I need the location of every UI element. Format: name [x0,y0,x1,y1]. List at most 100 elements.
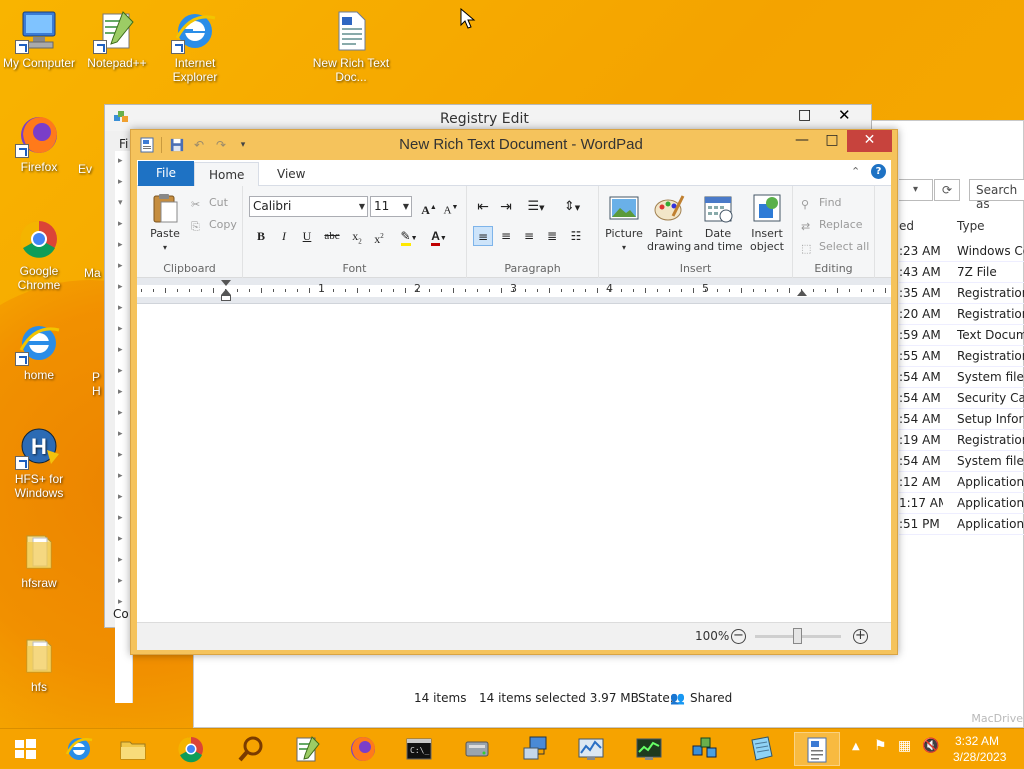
shrink-font-button[interactable]: A▼ [441,197,461,217]
table-row[interactable]: :35 AM Registration [899,283,1024,304]
strikethrough-button[interactable]: abc [320,226,344,246]
table-row[interactable]: :43 AM 7Z File [899,262,1024,283]
bullets-button[interactable]: ☰▼ [521,197,551,217]
maximize-button[interactable]: □ [817,130,847,152]
minimize-button[interactable]: — [787,130,817,152]
table-row[interactable]: :51 PM Application e [899,514,1024,535]
ruler[interactable]: 1 2 3 4 5 [137,278,891,304]
refresh-icon[interactable]: ⟳ [934,179,960,201]
taskbar-wordpad[interactable] [794,732,840,766]
minimize-ribbon-icon[interactable]: ⌃ [851,165,860,178]
desktop-icon-home[interactable]: home [0,320,78,382]
date-time-button[interactable]: Date and time [693,192,743,253]
help-icon[interactable]: ? [871,164,886,179]
table-row[interactable]: :19 AM Registration [899,430,1024,451]
font-size-select[interactable]: 11 ▼ [370,196,412,217]
picture-button[interactable]: Picture ▾ [603,192,645,254]
paste-button[interactable]: Paste ▾ [145,192,185,254]
tab-file[interactable]: File [138,161,194,186]
desktop-icon-internet-explorer[interactable]: Internet Explorer [156,8,234,84]
desktop-icon-hfs[interactable]: hfs [0,632,78,694]
taskbar-notepadpp[interactable] [284,732,330,766]
line-spacing-button[interactable]: ⇕▼ [557,197,587,217]
increase-indent-button[interactable]: ⇥ [496,197,516,217]
action-center-flag-icon[interactable]: ⚑ [874,738,887,754]
taskbar-chrome[interactable] [168,732,214,766]
column-header-modified[interactable]: ed [899,215,914,237]
taskbar-ie[interactable] [56,732,102,766]
font-family-select[interactable]: Calibri ▼ [249,196,368,217]
taskbar-notepad[interactable] [738,732,784,766]
network-icon[interactable]: ▦ [898,738,911,754]
taskbar-performance-monitor[interactable] [568,732,614,766]
zoom-out-button[interactable]: − [731,629,746,644]
table-row[interactable]: :59 AM Text Docume [899,325,1024,346]
paint-drawing-button[interactable]: Paint drawing [647,192,691,253]
close-button[interactable]: ✕ [847,130,892,152]
table-row[interactable]: :54 AM Setup Inform [899,409,1024,430]
taskbar-file-explorer[interactable] [110,732,156,766]
desktop-icon-google-chrome[interactable]: Google Chrome [0,216,78,292]
desktop-icon-rtf-doc[interactable]: New Rich Text Doc... [312,8,390,84]
left-indent-box[interactable] [221,295,231,301]
document-editor[interactable] [137,304,891,622]
desktop-icon-hfsraw[interactable]: hfsraw [0,528,78,590]
tab-view[interactable]: View [263,162,319,186]
desktop-icon-notepadpp[interactable]: Notepad++ [78,8,156,70]
cut-button[interactable]: ✂ Cut [191,194,228,212]
desktop-icon-firefox[interactable]: Firefox [0,112,78,174]
table-row[interactable]: 1:17 AM Application [899,493,1024,514]
bold-button[interactable]: B [251,226,271,246]
right-indent-marker[interactable] [797,290,807,296]
taskbar-network-tool[interactable] [512,732,558,766]
zoom-in-button[interactable]: + [853,629,868,644]
grow-font-button[interactable]: A▲ [419,197,439,217]
show-hidden-icons-icon[interactable]: ▲ [852,741,860,752]
subscript-button[interactable]: x2 [347,226,367,246]
start-button[interactable] [2,732,48,766]
desktop-icon-my-computer[interactable]: My Computer [0,8,78,70]
table-row[interactable]: :20 AM Registration [899,304,1024,325]
table-row[interactable]: :54 AM Security Cata [899,388,1024,409]
insert-object-button[interactable]: Insert object [745,192,789,253]
desktop-icon-partial[interactable]: Ev [78,140,104,176]
zoom-slider-thumb[interactable] [793,628,802,644]
italic-button[interactable]: I [274,226,294,246]
select-all-button[interactable]: ⬚ Select all [801,238,869,256]
taskbar-hfs-tool[interactable] [454,732,500,766]
regedit-close-button[interactable]: ✕ [838,106,851,124]
first-line-indent-marker[interactable] [221,280,231,286]
copy-button[interactable]: ⎘ Copy [191,216,237,234]
table-row[interactable]: :12 AM Application [899,472,1024,493]
taskbar-cmd[interactable]: C:\_ [396,732,442,766]
superscript-button[interactable]: x2 [369,226,389,246]
regedit-titlebar[interactable]: Registry Edit □ ✕ [105,105,871,131]
address-dropdown[interactable]: ▾ [899,179,933,201]
paragraph-button[interactable]: ☷ [566,226,586,246]
justify-button[interactable]: ≣ [542,226,562,246]
underline-button[interactable]: U [297,226,317,246]
wordpad-titlebar[interactable]: ↶ ↷ ▾ New Rich Text Document - WordPad —… [131,130,897,160]
decrease-indent-button[interactable]: ⇤ [473,197,493,217]
table-row[interactable]: :54 AM System file [899,367,1024,388]
wordpad-window[interactable]: ↶ ↷ ▾ New Rich Text Document - WordPad —… [130,129,898,655]
clock-time[interactable]: 3:32 AM [955,734,999,748]
replace-button[interactable]: ⇄ Replace [801,216,863,234]
table-row[interactable]: :23 AM Windows Co [899,241,1024,262]
volume-muted-icon[interactable]: 🔇 [922,738,939,754]
desktop-icon-partial[interactable]: Ma [84,244,106,280]
align-right-button[interactable]: ≡ [519,226,539,246]
table-row[interactable]: :55 AM Registration [899,346,1024,367]
regedit-menu-file[interactable]: Fi [119,137,128,151]
find-button[interactable]: ⚲ Find [801,194,842,212]
highlight-color-button[interactable]: ✎▼ [395,226,423,246]
taskbar-registry-editor[interactable] [682,732,728,766]
align-left-button[interactable]: ≡ [473,226,493,246]
taskbar-search[interactable] [228,732,274,766]
tab-home[interactable]: Home [194,162,260,187]
search-input[interactable]: Search as [969,179,1024,211]
font-color-button[interactable]: A▼ [425,226,453,246]
desktop-icon-hfs-for-windows[interactable]: H HFS+ for Windows [0,424,78,500]
regedit-maximize-button[interactable]: □ [798,107,811,123]
align-center-button[interactable]: ≡ [496,226,516,246]
